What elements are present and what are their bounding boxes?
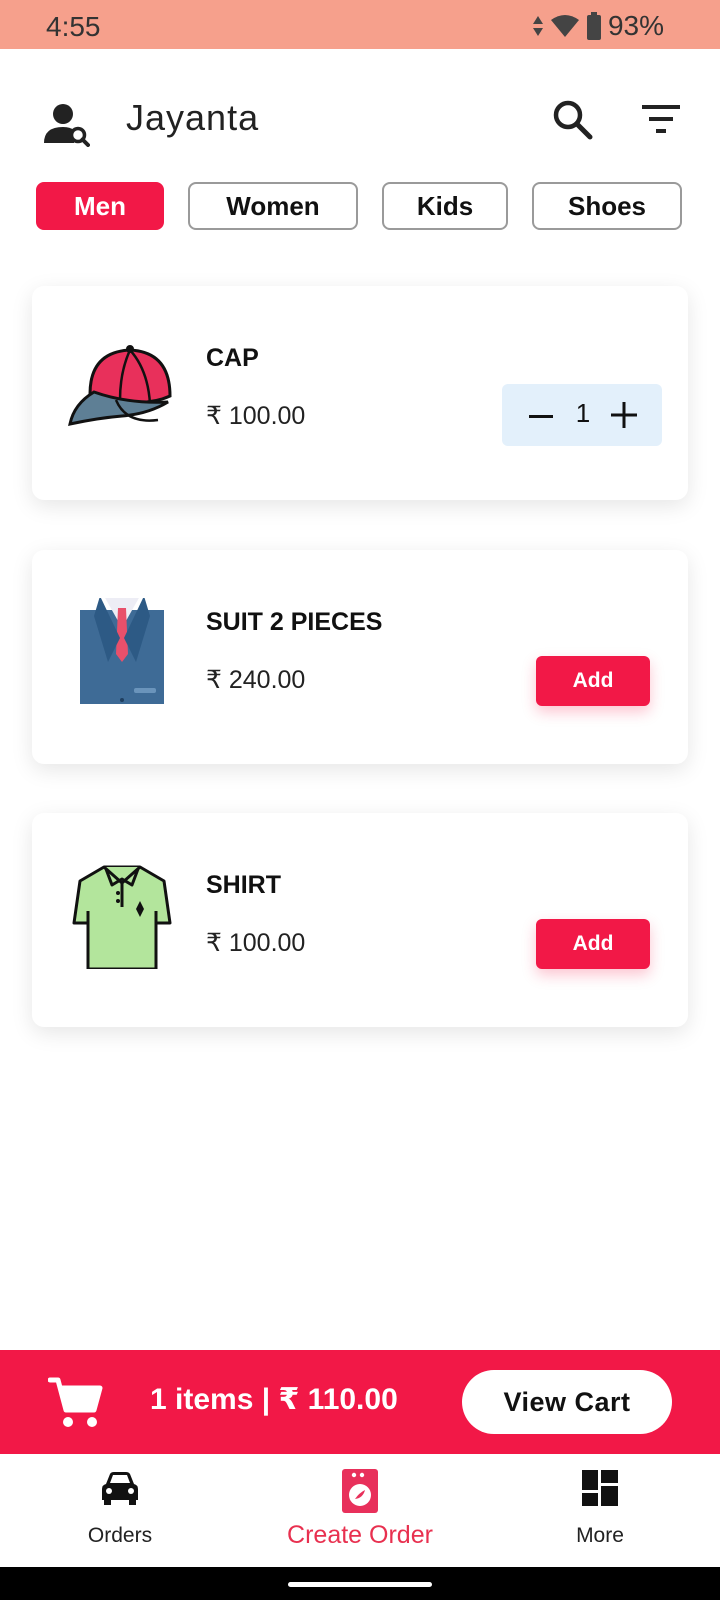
view-cart-button[interactable]: View Cart xyxy=(462,1370,672,1434)
system-gesture-bar xyxy=(0,1567,720,1600)
nav-label: Create Order xyxy=(287,1521,433,1549)
car-icon xyxy=(102,1472,138,1505)
product-card: SHIRT ₹ 100.00 Add xyxy=(32,813,688,1027)
product-name: SUIT 2 PIECES xyxy=(206,608,383,636)
suit-icon xyxy=(80,598,164,704)
wifi-icon xyxy=(550,15,579,37)
user-search-icon[interactable] xyxy=(44,101,90,147)
status-icons: 93% xyxy=(532,10,664,42)
data-arrows-icon xyxy=(532,16,543,36)
plus-icon[interactable] xyxy=(610,401,638,429)
minus-icon[interactable] xyxy=(528,403,554,429)
quantity-value: 1 xyxy=(575,398,591,428)
app-header: Jayanta xyxy=(0,49,720,179)
search-icon[interactable] xyxy=(552,99,594,141)
status-bar: 4:55 93% xyxy=(0,0,720,49)
washing-machine-icon xyxy=(342,1469,378,1513)
battery-percent: 93% xyxy=(607,10,664,41)
product-card: SUIT 2 PIECES ₹ 240.00 Add xyxy=(32,550,688,764)
product-name: CAP xyxy=(206,344,259,372)
nav-orders[interactable]: Orders xyxy=(0,1454,240,1567)
tab-women[interactable]: Women xyxy=(188,182,358,230)
tab-men[interactable]: Men xyxy=(36,182,164,230)
nav-more[interactable]: More xyxy=(480,1454,720,1567)
cart-summary: 1 items | ₹ 110.00 xyxy=(150,1383,398,1416)
product-price: ₹ 100.00 xyxy=(206,929,306,957)
add-button[interactable]: Add xyxy=(536,656,650,706)
cap-icon xyxy=(68,345,172,426)
category-tabs: Men Women Kids Shoes xyxy=(0,182,720,232)
page-title: Jayanta xyxy=(126,97,260,138)
cart-icon xyxy=(48,1377,103,1427)
home-gesture-handle[interactable] xyxy=(288,1582,432,1587)
bottom-nav: Orders Create Order More xyxy=(0,1454,720,1567)
add-button[interactable]: Add xyxy=(536,919,650,969)
quantity-stepper[interactable]: 1 xyxy=(502,384,662,446)
tab-kids[interactable]: Kids xyxy=(382,182,508,230)
product-price: ₹ 100.00 xyxy=(206,402,306,430)
nav-label: More xyxy=(576,1524,624,1547)
nav-create-order[interactable]: Create Order xyxy=(240,1454,480,1567)
battery-icon xyxy=(586,12,601,40)
product-name: SHIRT xyxy=(206,871,281,899)
shirt-icon xyxy=(72,865,172,969)
tab-shoes[interactable]: Shoes xyxy=(532,182,682,230)
product-card: CAP ₹ 100.00 1 xyxy=(32,286,688,500)
product-price: ₹ 240.00 xyxy=(206,666,306,694)
nav-label: Orders xyxy=(87,1524,153,1547)
cart-bar: 1 items | ₹ 110.00 View Cart xyxy=(0,1350,720,1454)
status-time: 4:55 xyxy=(46,11,101,42)
dashboard-icon xyxy=(582,1470,618,1506)
filter-icon[interactable] xyxy=(640,101,682,137)
